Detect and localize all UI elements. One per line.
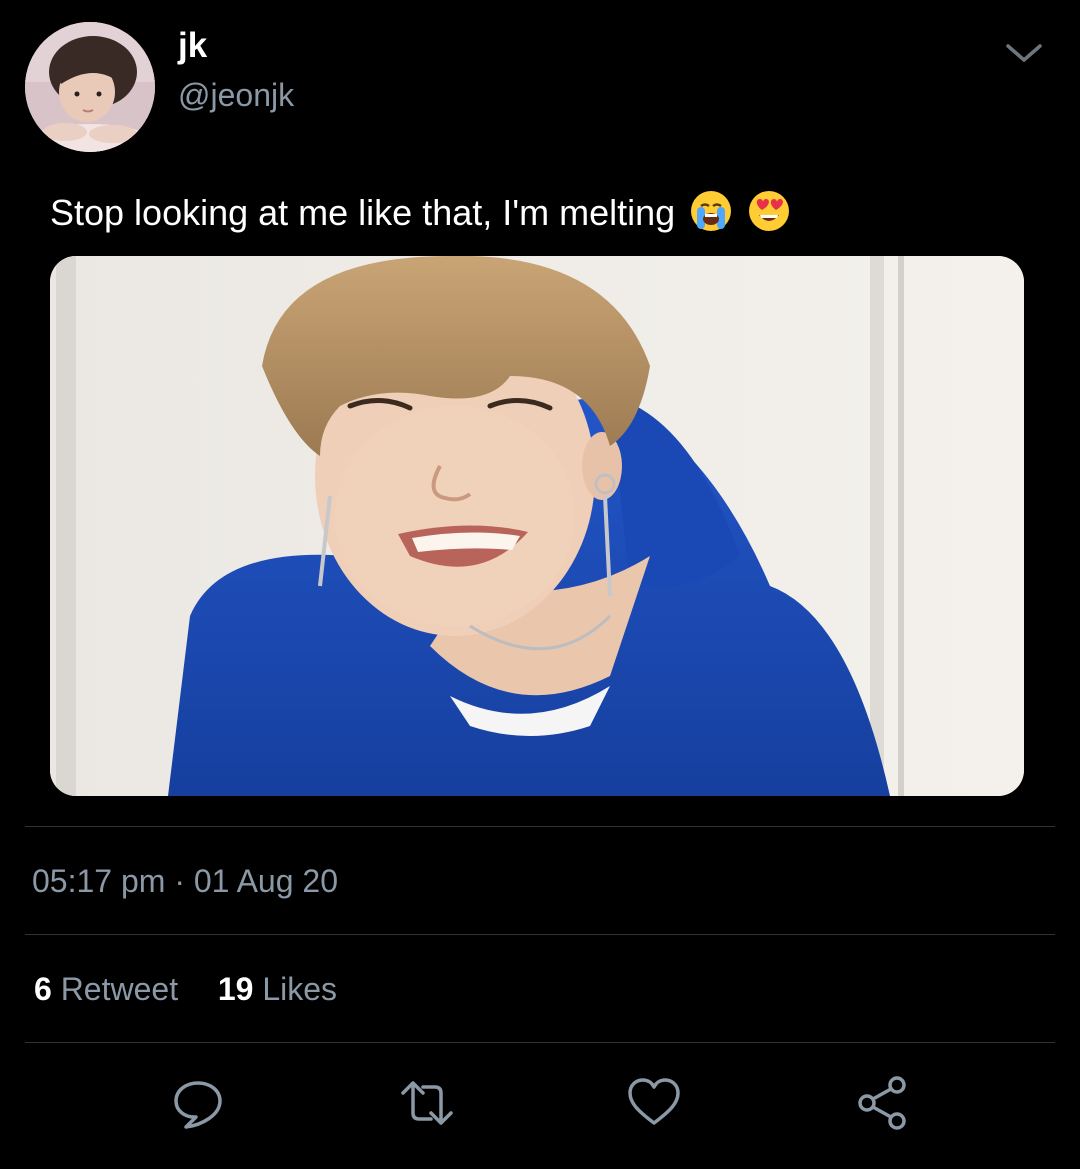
divider	[25, 934, 1055, 935]
tweet-media-photo[interactable]	[50, 256, 1024, 796]
display-name[interactable]: jk	[178, 24, 207, 68]
tweet-stats: 6 Retweet 19 Likes	[34, 966, 337, 1012]
divider	[25, 1042, 1055, 1043]
divider	[25, 826, 1055, 827]
likes-count: 19	[217, 971, 254, 1007]
retweet-icon[interactable]	[397, 1073, 457, 1133]
retweet-count: 6	[34, 971, 52, 1007]
tweet-text: Stop looking at me like that, I'm meltin…	[50, 188, 791, 238]
tweet-card: jk @jeonjk Stop looking at me like that,…	[0, 0, 1080, 1169]
likes-stat[interactable]: 19 Likes	[218, 971, 337, 1007]
loudly-crying-face-icon	[689, 189, 733, 233]
retweet-label: Retweet	[60, 971, 179, 1007]
chevron-down-icon[interactable]	[1004, 38, 1044, 68]
reply-icon[interactable]	[168, 1073, 228, 1133]
retweet-stat[interactable]: 6 Retweet	[34, 971, 187, 1007]
avatar[interactable]	[25, 22, 155, 152]
share-icon[interactable]	[853, 1073, 913, 1133]
tweet-text-body: Stop looking at me like that, I'm meltin…	[50, 192, 676, 233]
user-handle[interactable]: @jeonjk	[178, 75, 294, 115]
heart-eyes-face-icon	[747, 189, 791, 233]
tweet-timestamp[interactable]: 05:17 pm · 01 Aug 20	[32, 858, 338, 904]
likes-label: Likes	[262, 971, 338, 1007]
like-icon[interactable]	[624, 1073, 684, 1133]
